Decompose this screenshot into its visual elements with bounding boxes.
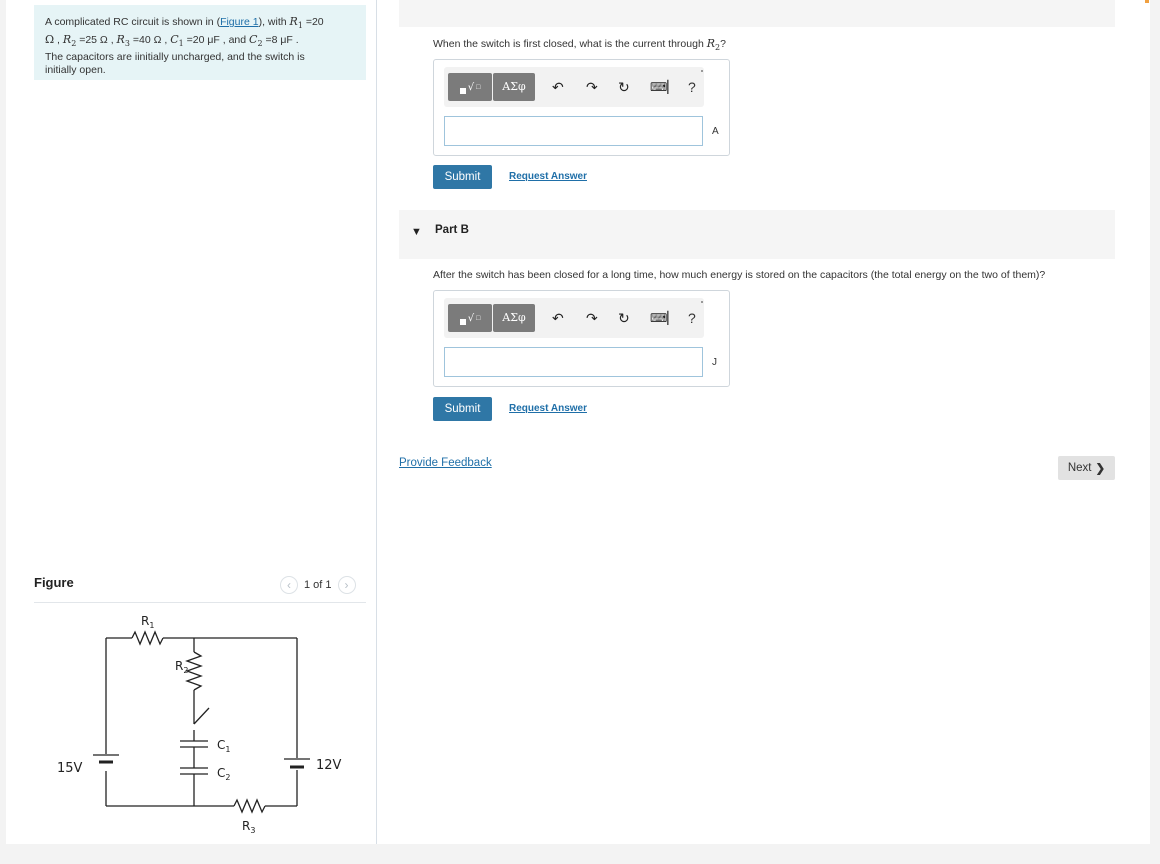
part-b-answer-input[interactable]: [444, 347, 703, 377]
figure-title: Figure: [34, 575, 74, 590]
math-toolbar: √ □ AΣφ ↶ ↷ ↻ ⌨▏ ?: [444, 298, 704, 338]
problem-text: initially open.: [45, 64, 106, 77]
r1-resistor: [131, 630, 164, 646]
redo-icon[interactable]: ↷: [586, 309, 598, 327]
greek-symbols-icon[interactable]: AΣφ: [493, 304, 535, 332]
reset-icon[interactable]: ↻: [618, 78, 630, 96]
part-a-unit: A: [712, 126, 719, 137]
provide-feedback-link[interactable]: Provide Feedback: [399, 457, 492, 469]
reset-icon[interactable]: ↻: [618, 309, 630, 327]
undo-icon[interactable]: ↶: [552, 309, 564, 327]
figure-pager: ‹ 1 of 1 ›: [280, 575, 356, 595]
toolbar-dot: [701, 301, 703, 303]
keyboard-icon[interactable]: ⌨▏: [650, 309, 677, 327]
part-a-request-answer-link[interactable]: Request Answer: [509, 171, 587, 182]
part-b-request-answer-link[interactable]: Request Answer: [509, 403, 587, 414]
problem-statement: A complicated RC circuit is shown in (Fi…: [34, 5, 366, 80]
chevron-right-icon[interactable]: ›: [337, 576, 356, 594]
r1-symbol: R1: [289, 15, 303, 31]
problem-text: , and: [219, 33, 250, 46]
next-label: Next: [1067, 462, 1092, 474]
r3-symbol: R3: [116, 32, 130, 48]
help-icon[interactable]: ?: [688, 78, 696, 96]
ohm-unit: Ω: [45, 32, 55, 46]
part-b-title: Part B: [435, 224, 469, 236]
c2-symbol: C2: [249, 32, 263, 48]
templates-icon[interactable]: √ □: [448, 73, 492, 101]
next-button[interactable]: Next ❯: [1058, 456, 1115, 480]
column-divider: [376, 0, 377, 844]
caret-down-icon: ▼: [411, 226, 422, 238]
r1-value: =20: [302, 16, 324, 28]
r2-value: =25 Ω: [76, 33, 108, 46]
part-b-submit-button[interactable]: Submit: [433, 397, 492, 421]
c1-value: =20 μF: [183, 33, 220, 46]
r3-label: R3: [242, 819, 255, 835]
part-a-submit-button[interactable]: Submit: [433, 165, 492, 189]
part-b-header[interactable]: ▼ Part B: [399, 210, 1115, 259]
corner-indicator: [1145, 0, 1149, 3]
help-icon[interactable]: ?: [688, 309, 696, 327]
c1-label: C1: [217, 738, 230, 754]
c2-label: C2: [217, 766, 230, 782]
greek-symbols-icon[interactable]: AΣφ: [493, 73, 535, 101]
problem-text: ), with: [258, 16, 290, 28]
part-a-header: [399, 0, 1115, 27]
r2-symbol: R2: [62, 32, 77, 48]
c1-symbol: C1: [170, 32, 184, 48]
c2-value: =8 μF: [262, 33, 293, 46]
problem-text: A complicated RC circuit is shown in (: [45, 16, 221, 28]
math-toolbar: √ □ AΣφ ↶ ↷ ↻ ⌨▏ ?: [444, 67, 704, 107]
chevron-right-icon: ❯: [1095, 463, 1106, 475]
pager-text: 1 of 1: [304, 579, 332, 591]
voltage-15v-label: 15V: [57, 761, 83, 776]
figure-link[interactable]: Figure 1: [220, 16, 259, 28]
part-b-unit: J: [712, 357, 717, 368]
part-a-answer-input[interactable]: [444, 116, 703, 146]
part-a-answer-box: √ □ AΣφ ↶ ↷ ↻ ⌨▏ ? A: [433, 59, 730, 156]
problem-text: The capacitors are iinitially uncharged,…: [45, 50, 305, 63]
keyboard-icon[interactable]: ⌨▏: [650, 78, 677, 96]
switch: [193, 707, 210, 725]
chevron-left-icon[interactable]: ‹: [280, 576, 298, 594]
r3-value: =40 Ω: [129, 33, 162, 46]
problem-text: .: [292, 33, 299, 46]
circuit-diagram: R1 R2 C1 C2 R3 15V 12V: [57, 614, 342, 835]
redo-icon[interactable]: ↷: [586, 78, 598, 96]
templates-icon[interactable]: √ □: [448, 304, 492, 332]
figure-divider: [34, 602, 366, 603]
part-b-question: After the switch has been closed for a l…: [433, 269, 1046, 281]
r2-resistor: [185, 651, 203, 691]
r3-resistor: [233, 798, 266, 814]
part-a-question: When the switch is first closed, what is…: [433, 37, 726, 53]
part-b-answer-box: √ □ AΣφ ↶ ↷ ↻ ⌨▏ ? J: [433, 290, 730, 387]
r1-label: R1: [141, 614, 154, 630]
voltage-12v-label: 12V: [316, 758, 342, 773]
toolbar-dot: [701, 70, 703, 72]
undo-icon[interactable]: ↶: [552, 78, 564, 96]
